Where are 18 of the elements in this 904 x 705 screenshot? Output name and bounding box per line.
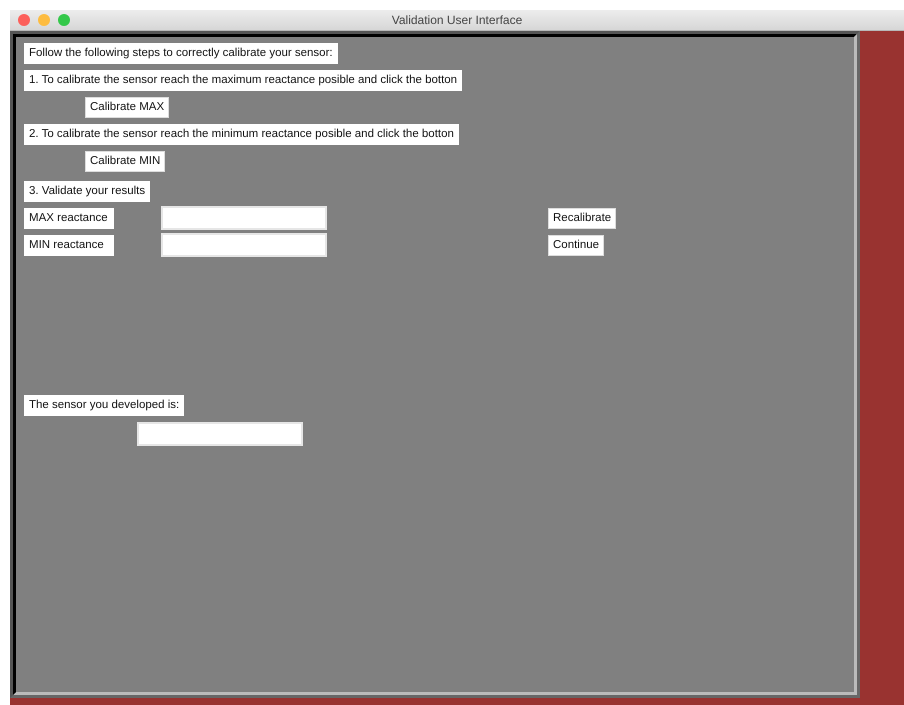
- minimize-icon[interactable]: [38, 14, 50, 26]
- calibrate-button[interactable]: Calibrate MIN: [85, 151, 166, 172]
- calibrate-button[interactable]: Calibrate MAX: [85, 97, 170, 118]
- reactance-field[interactable]: [161, 206, 327, 230]
- action-button[interactable]: Continue: [548, 234, 604, 256]
- step-label: 2. To calibrate the sensor reach the minimum reactance posible and click the botton: [24, 124, 459, 145]
- reactance-label: MIN reactance: [24, 234, 114, 256]
- close-icon[interactable]: [18, 14, 30, 26]
- step-label: 3. Validate your results: [24, 181, 150, 202]
- reactance-field[interactable]: [161, 233, 327, 257]
- action-button[interactable]: Recalibrate: [548, 208, 616, 228]
- zoom-icon[interactable]: [58, 14, 70, 26]
- step-label: 1. To calibrate the sensor reach the maximum reactance posible and click the botton: [24, 70, 462, 91]
- window-title: Validation User Interface: [392, 13, 522, 27]
- result-field[interactable]: [137, 422, 303, 446]
- instruction-label: Follow the following steps to correctly calibrate your sensor:: [24, 43, 338, 64]
- result-label: The sensor you developed is:: [24, 395, 184, 416]
- reactance-label: MAX reactance: [24, 208, 114, 228]
